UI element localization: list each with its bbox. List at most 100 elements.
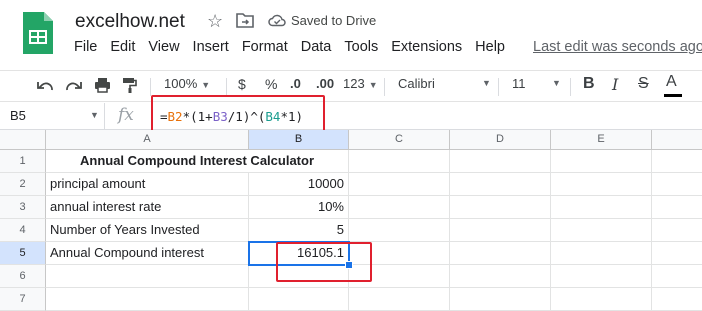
save-status: Saved to Drive	[291, 13, 377, 28]
cell-d3[interactable]	[450, 196, 551, 219]
cell-c1[interactable]	[349, 150, 450, 173]
menu-help[interactable]: Help	[475, 39, 505, 61]
star-icon[interactable]: ☆	[207, 11, 223, 32]
cell-d1[interactable]	[450, 150, 551, 173]
name-box-value: B5	[10, 108, 26, 123]
document-title[interactable]: excelhow.net	[75, 11, 185, 33]
font-family-select[interactable]: Calibri ▼	[398, 76, 491, 91]
row-header-4[interactable]: 4	[0, 219, 46, 242]
zoom-select[interactable]: 100% ▼	[164, 76, 210, 91]
column-header-d[interactable]: D	[450, 130, 551, 150]
principal-label-cell[interactable]: principal amount	[46, 173, 249, 196]
cell-f5[interactable]	[652, 242, 702, 265]
menu-file[interactable]: File	[74, 39, 97, 61]
text-color-label: A	[666, 73, 677, 90]
toolbar: 100% ▼ $ % .0 .00 123 ▼ Calibri ▼ 11 ▼ B I S…	[0, 70, 702, 102]
menu-view[interactable]: View	[148, 39, 179, 61]
redo-icon[interactable]	[65, 78, 82, 92]
row-header-2[interactable]: 2	[0, 173, 46, 196]
row-header-7[interactable]: 7	[0, 288, 46, 311]
fx-icon: fx	[118, 105, 134, 125]
row-header-5[interactable]: 5	[0, 242, 46, 265]
menu-tools[interactable]: Tools	[344, 39, 378, 61]
cell-d7[interactable]	[450, 288, 551, 311]
undo-icon[interactable]	[37, 78, 54, 92]
decrease-decimal-button[interactable]: .0	[290, 76, 301, 91]
cell-b7[interactable]	[249, 288, 349, 311]
chevron-down-icon: ▼	[90, 110, 99, 120]
more-formats-label: 123	[343, 76, 365, 91]
cell-f7[interactable]	[652, 288, 702, 311]
cell-a7[interactable]	[46, 288, 249, 311]
cell-c3[interactable]	[349, 196, 450, 219]
cell-e3[interactable]	[551, 196, 652, 219]
menu-bar: File Edit View Insert Format Data Tools …	[74, 39, 518, 61]
formula-bar: B5 ▼ fx =B2*(1+B3/1)^(B4*1)	[0, 103, 702, 130]
print-icon[interactable]	[94, 77, 111, 93]
interest-rate-label-cell[interactable]: annual interest rate	[46, 196, 249, 219]
move-to-folder-icon[interactable]	[236, 12, 254, 28]
menu-format[interactable]: Format	[242, 39, 288, 61]
menu-edit[interactable]: Edit	[110, 39, 135, 61]
years-value-cell[interactable]: 5	[249, 219, 349, 242]
menu-extensions[interactable]: Extensions	[391, 39, 462, 61]
cell-f6[interactable]	[652, 265, 702, 288]
chevron-down-icon: ▼	[201, 80, 211, 90]
principal-value-cell[interactable]: 10000	[249, 173, 349, 196]
cell-e6[interactable]	[551, 265, 652, 288]
cell-c7[interactable]	[349, 288, 450, 311]
menu-data[interactable]: Data	[301, 39, 332, 61]
column-header-f[interactable]	[652, 130, 702, 150]
increase-decimal-button[interactable]: .00	[316, 76, 334, 91]
cell-e2[interactable]	[551, 173, 652, 196]
cell-f3[interactable]	[652, 196, 702, 219]
chevron-down-icon: ▼	[368, 80, 378, 90]
paint-format-icon[interactable]	[122, 77, 137, 94]
font-name: Calibri	[398, 76, 435, 91]
cell-e7[interactable]	[551, 288, 652, 311]
last-edit-link[interactable]: Last edit was seconds ago	[533, 39, 702, 55]
years-label-cell[interactable]: Number of Years Invested	[46, 219, 249, 242]
menu-insert[interactable]: Insert	[193, 39, 229, 61]
formula-highlight-box	[151, 95, 325, 135]
chevron-down-icon: ▼	[482, 78, 491, 88]
text-color-button[interactable]: A	[664, 73, 682, 97]
currency-format-button[interactable]: $	[238, 76, 246, 92]
zoom-value: 100%	[164, 76, 198, 91]
text-color-swatch	[664, 94, 682, 97]
sheets-logo-icon[interactable]	[21, 10, 55, 56]
row-header-1[interactable]: 1	[0, 150, 46, 173]
name-box[interactable]: B5 ▼	[0, 103, 105, 129]
italic-button[interactable]: I	[612, 75, 618, 94]
column-header-e[interactable]: E	[551, 130, 652, 150]
cell-e4[interactable]	[551, 219, 652, 242]
cell-e5[interactable]	[551, 242, 652, 265]
percent-format-button[interactable]: %	[265, 76, 277, 92]
cell-d4[interactable]	[450, 219, 551, 242]
cell-f1[interactable]	[652, 150, 702, 173]
bold-button[interactable]: B	[583, 75, 595, 93]
interest-rate-value-cell[interactable]: 10%	[249, 196, 349, 219]
calculator-title-cell[interactable]: Annual Compound Interest Calculator	[46, 150, 349, 173]
font-size-select[interactable]: 11 ▼	[512, 76, 562, 91]
column-header-b[interactable]: B	[249, 130, 349, 150]
more-formats-select[interactable]: 123 ▼	[343, 76, 378, 91]
cell-d2[interactable]	[450, 173, 551, 196]
select-all-corner[interactable]	[0, 130, 46, 150]
column-header-a[interactable]: A	[46, 130, 249, 150]
cell-c2[interactable]	[349, 173, 450, 196]
cell-a6[interactable]	[46, 265, 249, 288]
row-header-3[interactable]: 3	[0, 196, 46, 219]
cell-d5[interactable]	[450, 242, 551, 265]
cell-d6[interactable]	[450, 265, 551, 288]
result-highlight-box	[276, 242, 372, 282]
cell-e1[interactable]	[551, 150, 652, 173]
cell-c4[interactable]	[349, 219, 450, 242]
font-size-value: 11	[512, 76, 526, 91]
compound-interest-label-cell[interactable]: Annual Compound interest	[46, 242, 249, 265]
strikethrough-button[interactable]: S	[638, 75, 649, 93]
row-header-6[interactable]: 6	[0, 265, 46, 288]
column-header-c[interactable]: C	[349, 130, 450, 150]
cell-f4[interactable]	[652, 219, 702, 242]
cell-f2[interactable]	[652, 173, 702, 196]
